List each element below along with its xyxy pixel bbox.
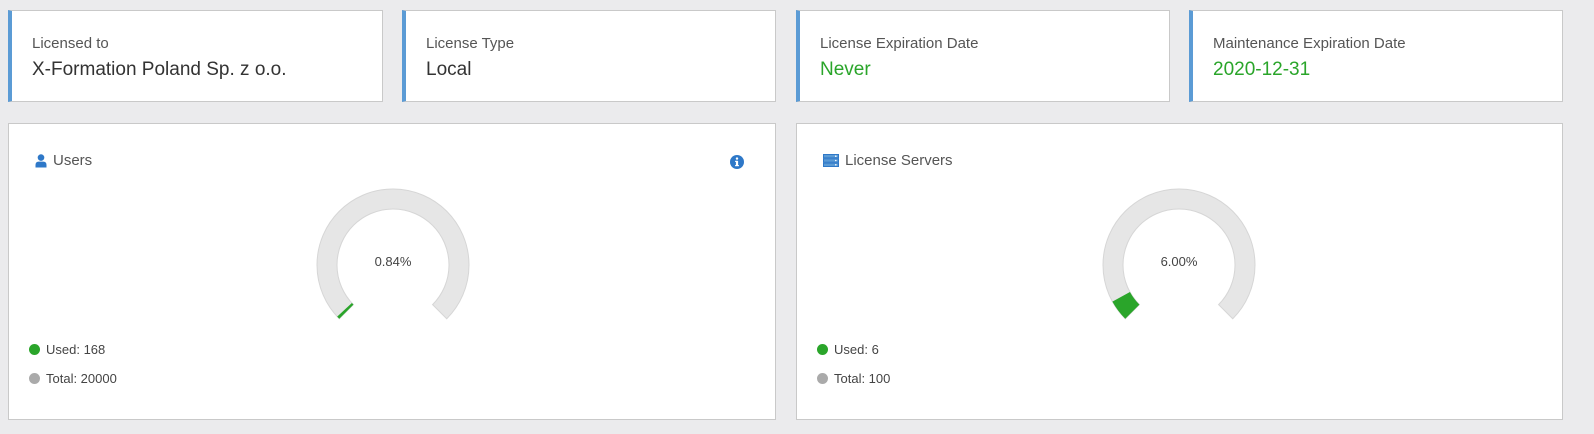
users-panel: Users 0.84% Used: 168 Total: 20000 <box>8 123 776 420</box>
license-servers-panel: License Servers 6.00% Used: 6 Total: 100 <box>796 123 1563 420</box>
users-used-legend: Used: 168 <box>29 342 105 357</box>
total-dot-icon <box>29 373 40 384</box>
licensed-to-value: X-Formation Poland Sp. z o.o. <box>32 59 287 80</box>
maintenance-expiration-label: Maintenance Expiration Date <box>1213 35 1406 52</box>
users-panel-title: Users <box>35 152 92 169</box>
user-icon <box>35 153 47 168</box>
users-title-text: Users <box>53 152 93 169</box>
total-dot-icon <box>817 373 828 384</box>
info-icon[interactable] <box>729 154 745 170</box>
license-servers-used-legend: Used: 6 <box>817 342 879 357</box>
used-dot-icon <box>29 344 40 355</box>
license-servers-gauge-percent: 6.00% <box>1161 254 1198 269</box>
users-gauge: 0.84% <box>316 188 470 320</box>
users-total-legend: Total: 20000 <box>29 371 117 386</box>
license-expiration-label: License Expiration Date <box>820 35 979 52</box>
license-servers-total-text: Total: 100 <box>834 371 891 386</box>
license-type-value: Local <box>426 59 472 80</box>
license-servers-panel-title: License Servers <box>823 152 953 169</box>
users-total-text: Total: 20000 <box>46 371 117 386</box>
license-servers-gauge: 6.00% <box>1102 188 1256 320</box>
license-servers-used-text: Used: 6 <box>834 342 879 357</box>
license-type-label: License Type <box>426 35 515 52</box>
users-gauge-percent: 0.84% <box>375 254 412 269</box>
license-type-card: License Type Local <box>402 10 776 102</box>
license-servers-title-text: License Servers <box>845 152 953 169</box>
maintenance-expiration-card: Maintenance Expiration Date 2020-12-31 <box>1189 10 1563 102</box>
used-dot-icon <box>817 344 828 355</box>
licensed-to-card: Licensed to X-Formation Poland Sp. z o.o… <box>8 10 383 102</box>
maintenance-expiration-value: 2020-12-31 <box>1213 59 1311 80</box>
users-used-text: Used: 168 <box>46 342 106 357</box>
licensed-to-label: Licensed to <box>32 35 109 52</box>
server-icon <box>823 154 839 167</box>
license-expiration-value: Never <box>820 59 871 80</box>
license-servers-total-legend: Total: 100 <box>817 371 890 386</box>
license-expiration-card: License Expiration Date Never <box>796 10 1170 102</box>
